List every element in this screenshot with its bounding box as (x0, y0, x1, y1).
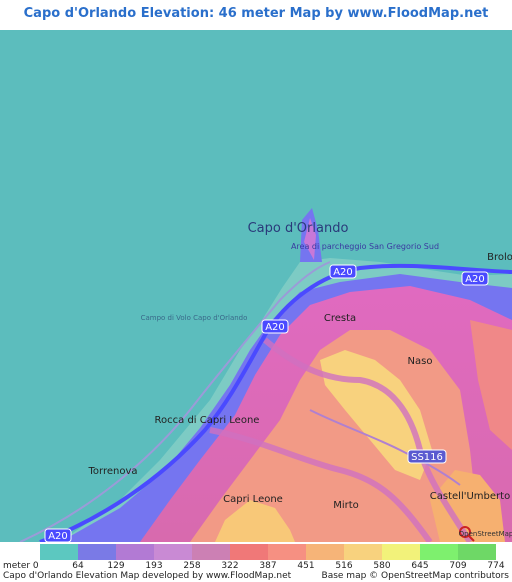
place-label-cresta: Cresta (324, 313, 356, 324)
legend-tick-label: 709 (449, 561, 467, 571)
legend-tick-label: 580 (373, 561, 391, 571)
legend-tick-label: 387 (259, 561, 277, 571)
legend-unit-label: meter 0 (3, 561, 39, 571)
place-label-rocca: Rocca di Capri Leone (155, 415, 260, 426)
legend-tick-label: 516 (335, 561, 353, 571)
place-label-mirto: Mirto (333, 500, 359, 511)
elevation-map[interactable]: A20 A20 A20 A20 SS116 Capo d'Orlando Are… (0, 30, 512, 542)
legend-tick-label: 193 (145, 561, 163, 571)
place-label-naso: Naso (408, 356, 433, 367)
legend-swatch (78, 544, 116, 560)
footer-basemap-credit: Base map © OpenStreetMap contributors (321, 571, 509, 581)
elevation-legend: meter 0 64 129 193 258 322 387 451 516 580 645 709… (0, 542, 512, 582)
legend-swatch (458, 544, 496, 560)
legend-swatch (306, 544, 344, 560)
legend-tick-label: 451 (297, 561, 315, 571)
road-label: A20 (265, 322, 285, 333)
road-label: A20 (465, 274, 485, 285)
footer-credit: Capo d'Orlando Elevation Map developed b… (3, 571, 292, 581)
legend-swatch (382, 544, 420, 560)
legend-tick-label: 64 (72, 561, 84, 571)
legend-tick-label: 258 (183, 561, 201, 571)
road-shield-a20-1: A20 (329, 264, 357, 279)
place-label-campo-volo: Campo di Volo Capo d'Orlando (141, 314, 248, 322)
road-shield-a20-4: A20 (44, 528, 72, 542)
legend-tick-label: 774 (487, 561, 505, 571)
road-label: A20 (333, 267, 353, 278)
place-label-capri-leone: Capri Leone (223, 494, 283, 505)
legend-swatch (420, 544, 458, 560)
osm-logo-text: OpenStreetMap (459, 530, 512, 538)
legend-swatch (344, 544, 382, 560)
road-shield-ss116: SS116 (407, 449, 447, 464)
road-label: SS116 (411, 452, 443, 463)
legend-swatch (154, 544, 192, 560)
place-label-capo-orlando: Capo d'Orlando (248, 221, 349, 236)
place-label-torrenova: Torrenova (87, 466, 137, 477)
place-label-castell-umberto: Castell'Umberto (430, 491, 510, 502)
place-label-brolo: Brolo (487, 252, 512, 263)
legend-tick-label: 645 (411, 561, 429, 571)
map-title: Capo d'Orlando Elevation: 46 meter Map b… (0, 0, 512, 49)
legend-swatch (116, 544, 154, 560)
legend-tick-label: 129 (107, 561, 125, 571)
legend-swatch (40, 544, 78, 560)
place-label-parking-area: Area di parcheggio San Gregorio Sud (291, 242, 439, 251)
road-shield-a20-3: A20 (461, 271, 489, 286)
road-shield-a20-2: A20 (261, 319, 289, 334)
legend-swatch (268, 544, 306, 560)
legend-swatch (230, 544, 268, 560)
legend-swatch (192, 544, 230, 560)
legend-tick-label: 322 (221, 561, 239, 571)
road-label: A20 (48, 531, 68, 542)
